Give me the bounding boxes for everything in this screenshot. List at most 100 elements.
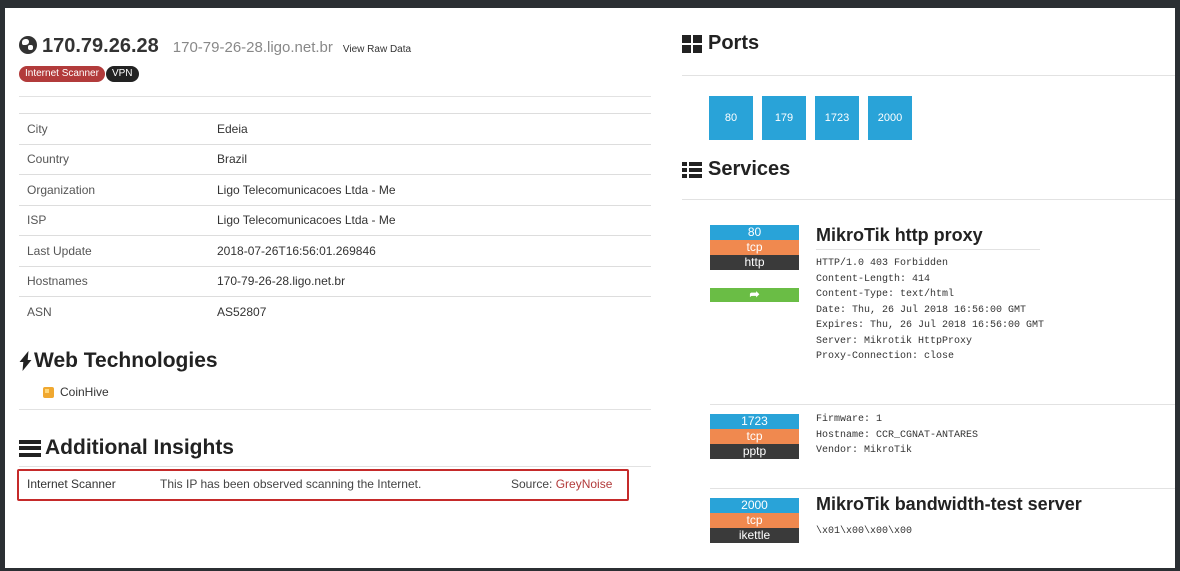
view-raw-data-link[interactable]: View Raw Data (343, 44, 411, 55)
service-protocol: tcp (710, 240, 799, 255)
banner-line: Content-Type: text/html (816, 289, 955, 300)
service-port: 80 (710, 225, 799, 240)
banner-line: Firmware: 1 (816, 414, 883, 425)
info-key: Organization (19, 174, 209, 205)
service-protocol: tcp (710, 513, 799, 528)
service-body: MikroTik http proxy HTTP/1.0 403 Forbidd… (816, 225, 1044, 365)
tag-list: Internet Scanner VPN (19, 66, 651, 82)
service-name: ikettle (710, 528, 799, 543)
info-value: 2018-07-26T16:56:01.269846 (209, 235, 651, 266)
divider (682, 75, 1175, 76)
service-list: 80 tcp http ➦ MikroTik http proxy HTTP/1… (682, 200, 1175, 560)
info-value: Edeia (209, 113, 651, 144)
insight-description: This IP has been observed scanning the I… (160, 477, 422, 491)
banner-line: Expires: Thu, 26 Jul 2018 16:56:00 GMT (816, 320, 1045, 331)
port-179[interactable]: 179 (762, 96, 806, 140)
greynoise-link[interactable]: GreyNoise (556, 477, 613, 491)
banner-line: Server: Mikrotik HttpProxy (816, 335, 973, 347)
insight-key: Internet Scanner (27, 477, 116, 491)
table-row: Country Brazil (19, 143, 651, 175)
info-key: ISP (19, 204, 209, 236)
service-banner: Firmware: 1 Hostname: CCR_CGNAT-ANTARES … (816, 412, 978, 459)
port-2000[interactable]: 2000 (868, 96, 912, 140)
additional-insights-section: Additional Insights Internet Scanner Thi… (17, 436, 651, 508)
services-title: Services (708, 158, 791, 180)
left-column: 170.79.26.28 170-79-26-28.ligo.net.br Vi… (17, 34, 651, 508)
share-arrow-icon[interactable]: ➦ (710, 288, 799, 302)
info-value: Ligo Telecomunicacoes Ltda - Me (209, 204, 651, 236)
ports-title-row: Ports (682, 32, 1175, 55)
section-title: Web Technologies (19, 349, 651, 373)
service-title: MikroTik bandwidth-test server (816, 494, 1082, 514)
ports-title: Ports (708, 32, 760, 54)
ip-address: 170.79.26.28 (42, 35, 159, 57)
host-page: 170.79.26.28 170-79-26-28.ligo.net.br Vi… (5, 8, 1175, 568)
banner-line: Content-Length: 414 (816, 273, 931, 285)
source-label: Source: (511, 477, 553, 491)
insight-source: Source: GreyNoise (511, 477, 612, 491)
host-header: 170.79.26.28 170-79-26-28.ligo.net.br Vi… (19, 34, 651, 58)
info-value: Brazil (209, 143, 651, 175)
right-column: Ports 80 179 1723 2000 Services 80 tcp h… (682, 32, 1175, 560)
info-value[interactable]: 170-79-26-28.ligo.net.br (209, 265, 651, 297)
table-row: Last Update 2018-07-26T16:56:01.269846 (19, 235, 651, 266)
info-value: AS52807 (209, 296, 651, 327)
table-row: City Edeia (19, 113, 651, 144)
table-row: Hostnames 170-79-26-28.ligo.net.br (19, 265, 651, 297)
divider (19, 409, 651, 410)
service-item: 2000 tcp ikettle MikroTik bandwidth-test… (710, 494, 1082, 543)
service-item: 80 tcp http ➦ MikroTik http proxy HTTP/1… (710, 225, 1044, 362)
list-icon (682, 161, 702, 178)
banner-line: Vendor: MikroTik (816, 445, 913, 456)
table-row: ASN AS52807 (19, 296, 651, 327)
top-bar (0, 0, 1180, 8)
info-key: Last Update (19, 235, 209, 266)
service-port: 1723 (710, 414, 799, 429)
insight-row: Internet Scanner This IP has been observ… (17, 466, 651, 508)
service-item: 1723 tcp pptp Firmware: 1 Hostname: CCR_… (710, 414, 978, 459)
list-icon (19, 439, 41, 457)
port-1723[interactable]: 1723 (815, 96, 859, 140)
host-name: 170-79-26-28.ligo.net.br (172, 39, 333, 56)
info-key: City (19, 113, 209, 144)
bolt-icon (19, 351, 30, 371)
service-protocol: tcp (710, 429, 799, 444)
tag-vpn[interactable]: VPN (105, 66, 139, 82)
divider (710, 488, 1175, 489)
grid-icon (682, 34, 702, 53)
service-banner: HTTP/1.0 403 Forbidden Content-Length: 4… (816, 256, 1044, 365)
info-key: Hostnames (19, 265, 209, 297)
banner-line: Proxy-Connection: close (816, 351, 955, 362)
web-technologies-title: Web Technologies (34, 349, 218, 372)
info-key: Country (19, 143, 209, 175)
service-banner: \x01\x00\x00\x00 (816, 524, 1116, 540)
tech-name: CoinHive (60, 385, 109, 399)
service-name: pptp (710, 444, 799, 459)
table-row: Organization Ligo Telecomunicacoes Ltda -… (19, 174, 651, 205)
tech-item[interactable]: CoinHive (43, 385, 651, 399)
service-body: MikroTik bandwidth-test server \x01\x00\… (816, 494, 1116, 540)
host-info-table: City Edeia Country Brazil Organization Ligo… (19, 113, 651, 327)
port-list: 80 179 1723 2000 (709, 96, 1175, 140)
cube-icon (43, 386, 54, 398)
table-row: ISP Ligo Telecomunicacoes Ltda - Me (19, 204, 651, 236)
port-80[interactable]: 80 (709, 96, 753, 140)
additional-insights-title: Additional Insights (45, 436, 234, 459)
banner-line: Date: Thu, 26 Jul 2018 16:56:00 GMT (816, 304, 1027, 316)
services-title-row: Services (682, 158, 1175, 181)
info-key: ASN (19, 296, 209, 327)
section-title: Additional Insights (19, 436, 651, 460)
service-body: Firmware: 1 Hostname: CCR_CGNAT-ANTARES … (816, 406, 978, 459)
web-technologies-section: Web Technologies CoinHive (19, 349, 651, 410)
info-value: Ligo Telecomunicacoes Ltda - Me (209, 174, 651, 205)
globe-icon (19, 36, 37, 54)
service-name: http (710, 255, 799, 270)
service-title: MikroTik http proxy (816, 225, 1040, 250)
banner-line: HTTP/1.0 403 Forbidden (816, 258, 949, 269)
banner-line: \x01\x00\x00\x00 (816, 526, 913, 537)
tag-internet-scanner[interactable]: Internet Scanner (19, 66, 105, 82)
service-port: 2000 (710, 498, 799, 513)
divider (710, 404, 1175, 405)
banner-line: Hostname: CCR_CGNAT-ANTARES (816, 429, 979, 441)
divider (19, 96, 651, 97)
